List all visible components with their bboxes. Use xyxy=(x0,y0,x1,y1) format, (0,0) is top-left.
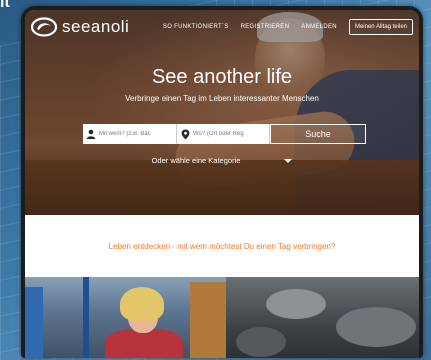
category-label: Oder wähle eine Kategorie xyxy=(151,156,241,165)
discover-section: Leben entdecken - mit wem möchtest Du ei… xyxy=(25,215,419,277)
profile-gallery xyxy=(25,277,419,358)
seeanoli-logo-icon xyxy=(30,17,58,37)
hero-title: See another life xyxy=(151,66,293,88)
nav-links: SO FUNKTIONIERT´S REGISTRIEREN ANMELDEN … xyxy=(163,19,413,35)
profile-tile[interactable] xyxy=(25,277,226,358)
hero-section: seeanoli SO FUNKTIONIERT´S REGISTRIEREN … xyxy=(25,10,419,215)
tile-photo-hair xyxy=(120,287,164,321)
profile-tile[interactable] xyxy=(226,277,419,358)
tile-photo-part xyxy=(236,327,286,357)
brand-name: seeanoli xyxy=(62,17,130,36)
category-dropdown[interactable]: Oder wähle eine Kategorie xyxy=(25,156,419,165)
tablet-frame: seeanoli SO FUNKTIONIERT´S REGISTRIEREN … xyxy=(21,6,423,358)
where-field[interactable] xyxy=(177,124,270,144)
share-routine-button[interactable]: Meinen Alltag teilen xyxy=(348,19,413,35)
search-bar: Suche xyxy=(83,124,366,144)
who-field[interactable] xyxy=(83,124,177,144)
tile-shelf xyxy=(25,287,43,358)
website-screen: seeanoli SO FUNKTIONIERT´S REGISTRIEREN … xyxy=(25,10,419,358)
nav-register[interactable]: REGISTRIEREN xyxy=(241,24,290,30)
who-input[interactable] xyxy=(99,125,176,143)
brand-logo[interactable]: seeanoli xyxy=(30,17,130,37)
search-button[interactable]: Suche xyxy=(270,124,366,144)
nav-login[interactable]: ANMELDEN xyxy=(301,24,337,30)
tile-photo-part xyxy=(266,289,326,319)
person-icon xyxy=(83,124,99,144)
tile-shelf xyxy=(190,282,226,358)
tile-shelf xyxy=(83,277,89,358)
tile-photo-body xyxy=(105,329,183,358)
chevron-down-icon xyxy=(284,159,293,164)
discover-heading: Leben entdecken - mit wem möchtest Du ei… xyxy=(108,241,336,251)
tile-photo-part xyxy=(336,307,416,347)
corner-text-fragment: it xyxy=(0,0,10,11)
nav-how-it-works[interactable]: SO FUNKTIONIERT´S xyxy=(163,24,229,30)
hero-subtitle: Verbringe einen Tag im Leben interessant… xyxy=(125,94,319,103)
location-pin-icon xyxy=(177,124,193,144)
where-input[interactable] xyxy=(193,125,269,143)
top-nav: seeanoli SO FUNKTIONIERT´S REGISTRIEREN … xyxy=(25,10,419,44)
